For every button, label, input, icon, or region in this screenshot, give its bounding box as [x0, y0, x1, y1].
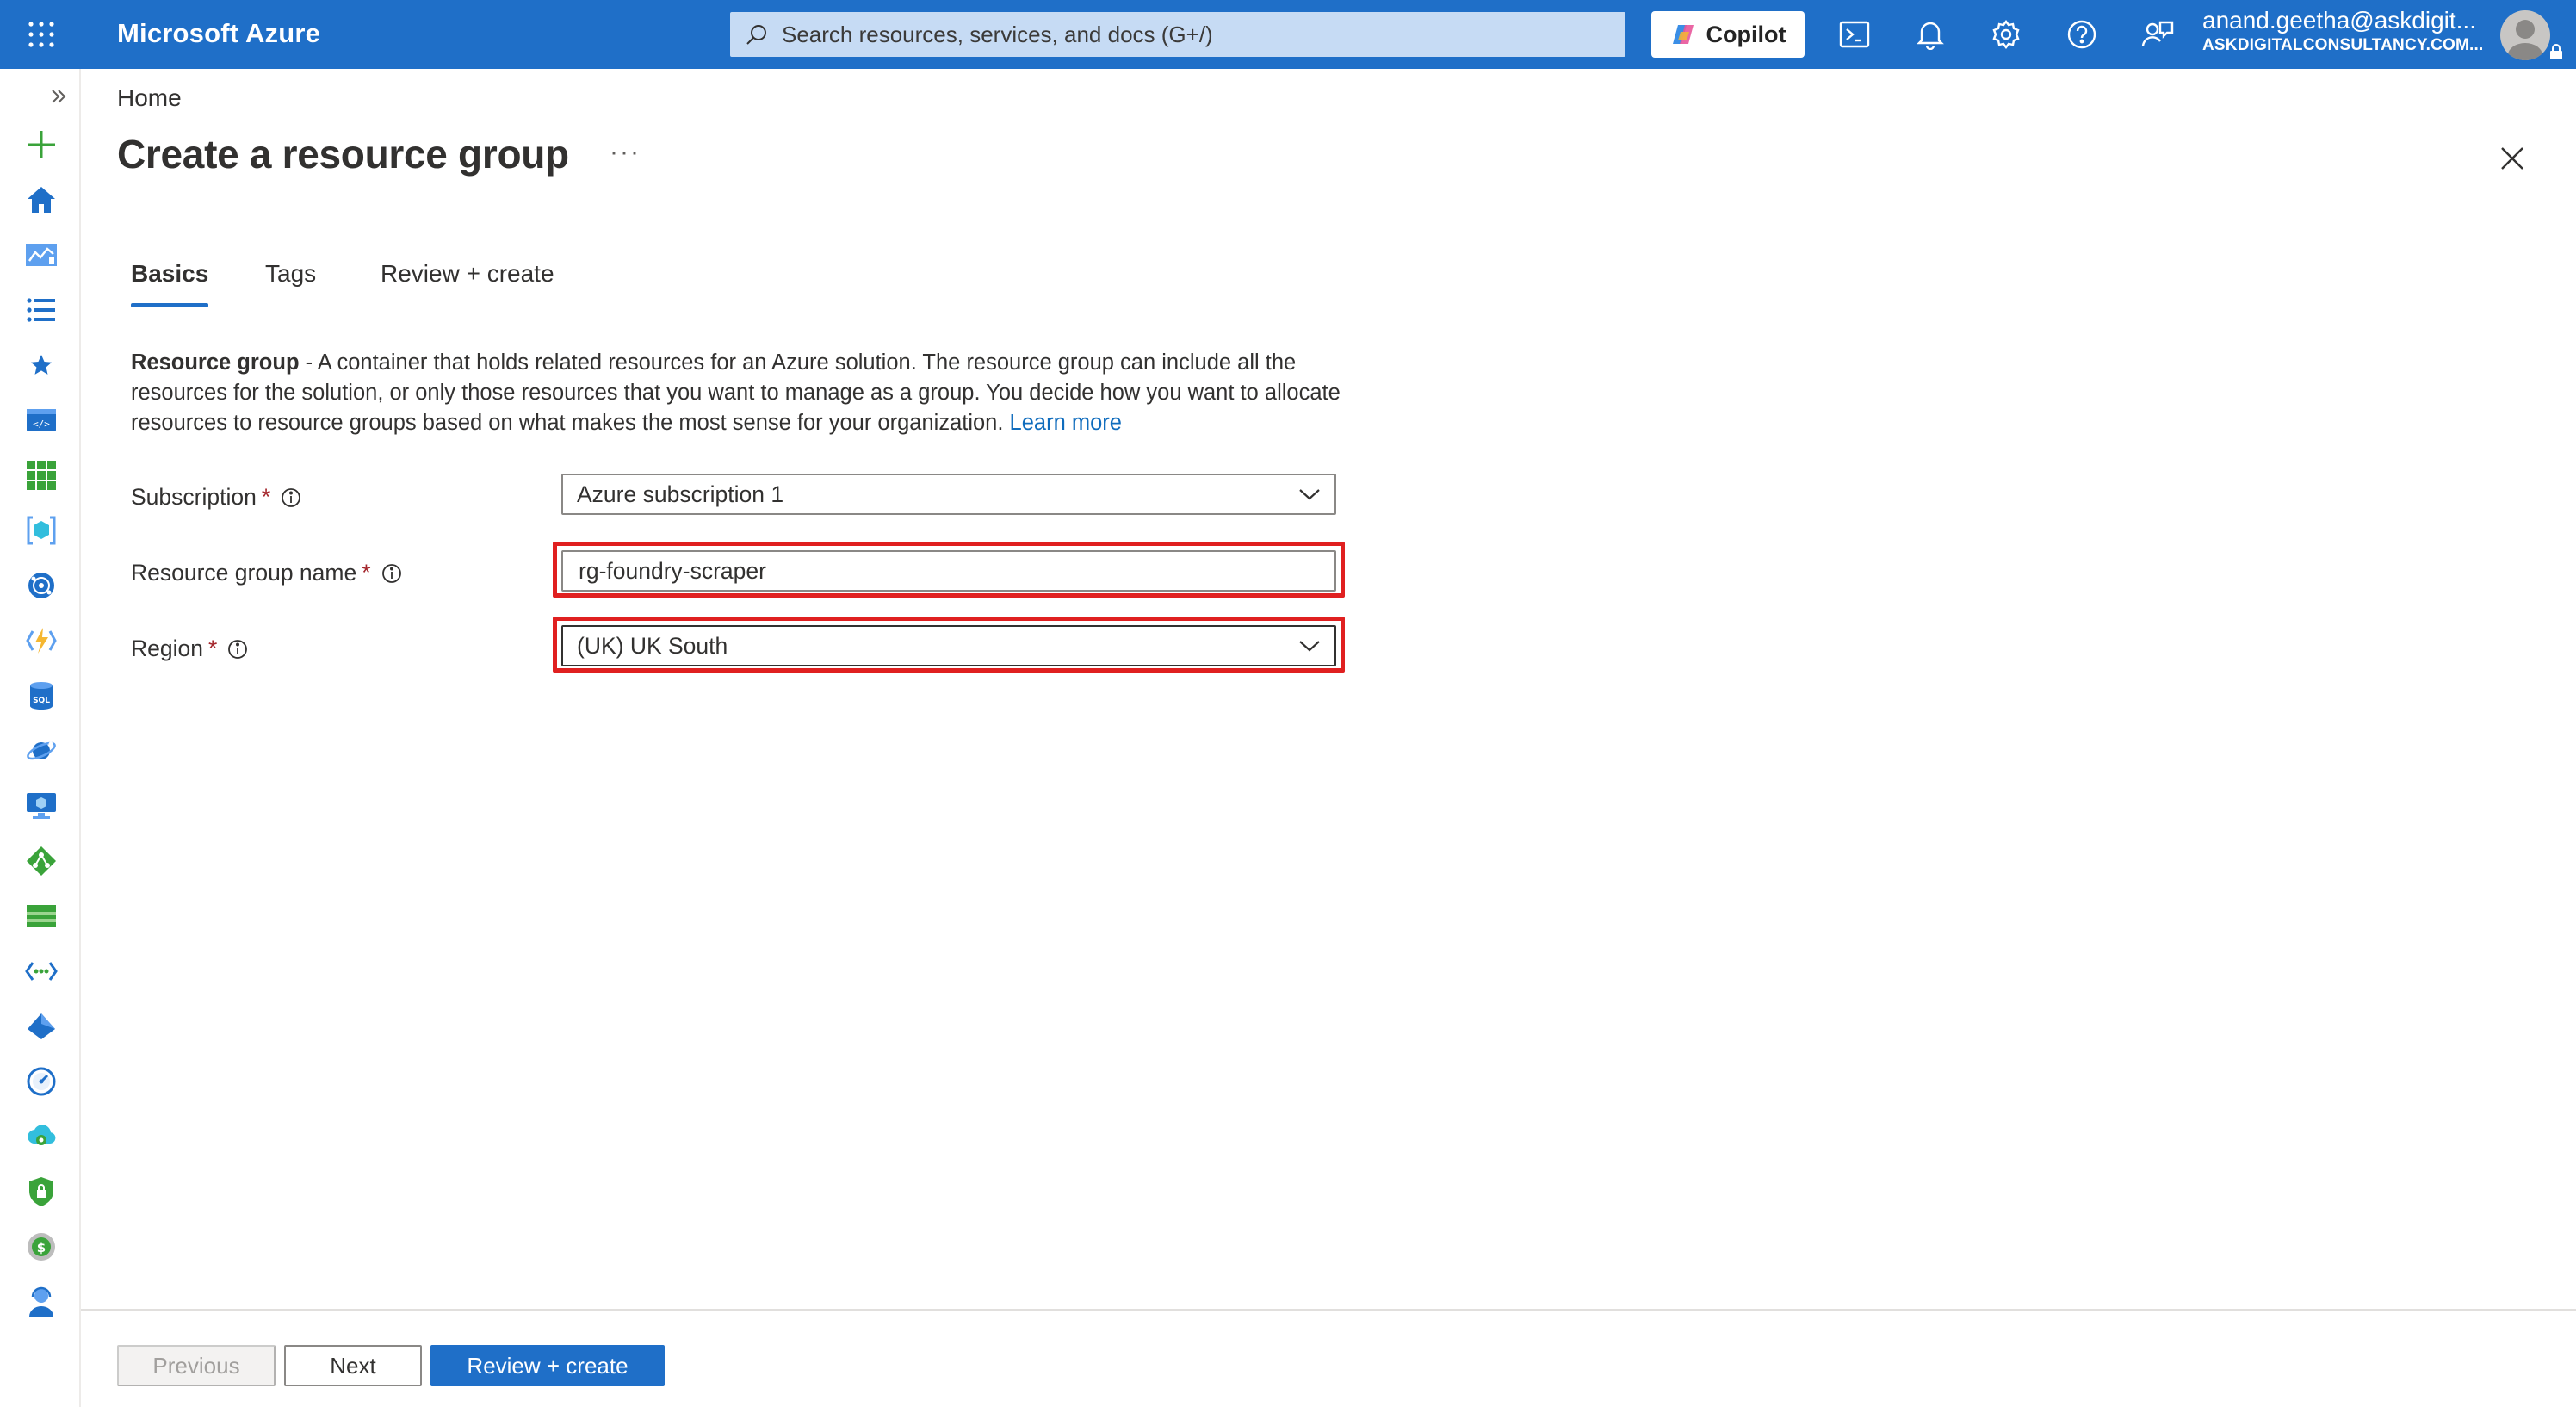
region-label-row: Region *: [131, 635, 248, 662]
account-menu[interactable]: anand.geetha@askdigit... ASKDIGITALCONSU…: [2202, 7, 2484, 55]
next-button[interactable]: Next: [284, 1345, 422, 1386]
svg-text:$: $: [37, 1240, 46, 1255]
create-resource-plus-icon[interactable]: [22, 126, 60, 164]
chevron-down-icon: [1299, 489, 1320, 500]
resource-group-name-label-row: Resource group name *: [131, 560, 402, 586]
storage-accounts-icon[interactable]: [22, 897, 60, 935]
top-bar: Microsoft Azure Copilot: [0, 0, 2576, 69]
footer-divider: [81, 1309, 2576, 1311]
info-icon[interactable]: [281, 487, 301, 508]
cloud-shell-icon[interactable]: [1837, 17, 1872, 52]
advisor-icon[interactable]: [22, 1118, 60, 1156]
global-search[interactable]: [730, 12, 1625, 57]
more-options-icon[interactable]: ···: [610, 138, 641, 167]
region-dropdown[interactable]: (UK) UK South: [561, 625, 1336, 666]
favorites-star-icon[interactable]: [22, 346, 60, 384]
azure-cosmos-orbit-icon[interactable]: [22, 732, 60, 770]
previous-button[interactable]: Previous: [117, 1345, 276, 1386]
help-support-icon[interactable]: [22, 1283, 60, 1321]
defender-shield-icon[interactable]: [22, 1173, 60, 1211]
search-input[interactable]: [780, 20, 1610, 49]
info-icon[interactable]: [227, 639, 248, 660]
notifications-bell-icon[interactable]: [1913, 17, 1947, 52]
avatar[interactable]: [2500, 10, 2550, 60]
chevron-down-icon: [1299, 641, 1320, 652]
resource-group-name-label: Resource group name: [131, 560, 357, 586]
copilot-label: Copilot: [1706, 21, 1786, 47]
all-resources-grid-icon[interactable]: [22, 456, 60, 494]
description-text: - A container that holds related resourc…: [131, 350, 1341, 435]
page-title: Create a resource group: [117, 132, 569, 177]
dashboard-icon[interactable]: [22, 236, 60, 274]
virtual-machines-icon[interactable]: [22, 787, 60, 825]
all-services-list-icon[interactable]: [22, 291, 60, 329]
svg-text:</>: </>: [33, 418, 50, 430]
resource-group-name-field[interactable]: [577, 556, 1334, 586]
app-services-icon[interactable]: </>: [22, 401, 60, 439]
resource-groups-icon[interactable]: [22, 511, 60, 549]
region-label: Region: [131, 635, 203, 661]
account-email: anand.geetha@askdigit...: [2202, 7, 2476, 34]
lock-icon: [2550, 44, 2562, 59]
portal-menu-waffle-icon[interactable]: [26, 19, 57, 50]
resource-group-name-input[interactable]: [561, 550, 1336, 592]
tab-review-create[interactable]: Review + create: [381, 260, 554, 288]
description-term: Resource group: [131, 350, 300, 375]
subscription-dropdown[interactable]: Azure subscription 1: [561, 474, 1336, 515]
subscription-value: Azure subscription 1: [577, 480, 784, 507]
function-app-icon[interactable]: [22, 622, 60, 660]
close-icon[interactable]: [2497, 143, 2528, 174]
feedback-icon[interactable]: [2140, 17, 2175, 52]
settings-gear-icon[interactable]: [1989, 17, 2023, 52]
virtual-networks-icon[interactable]: [22, 952, 60, 990]
load-balancer-icon[interactable]: [22, 842, 60, 880]
account-tenant: ASKDIGITALCONSULTANCY.COM...: [2202, 36, 2484, 54]
copilot-icon: [1672, 25, 1694, 44]
cosmos-db-icon[interactable]: [22, 567, 60, 604]
microsoft-entra-id-icon[interactable]: [22, 1007, 60, 1045]
help-question-icon[interactable]: [2065, 17, 2099, 52]
review-create-button[interactable]: Review + create: [430, 1345, 665, 1386]
brand-name[interactable]: Microsoft Azure: [117, 18, 320, 49]
sql-database-icon[interactable]: SQL: [22, 677, 60, 715]
info-icon[interactable]: [381, 563, 402, 584]
svg-text:SQL: SQL: [33, 697, 50, 705]
left-navigation-rail: </> SQL $: [0, 69, 81, 1407]
tab-tags[interactable]: Tags: [265, 260, 316, 288]
search-icon: [746, 25, 766, 45]
monitor-icon[interactable]: [22, 1063, 60, 1100]
cost-management-icon[interactable]: $: [22, 1228, 60, 1266]
copilot-button[interactable]: Copilot: [1651, 11, 1805, 58]
required-asterisk: *: [207, 635, 218, 661]
subscription-label: Subscription: [131, 484, 257, 510]
expand-chevrons-icon[interactable]: [40, 77, 77, 115]
breadcrumb[interactable]: Home: [117, 84, 182, 112]
required-asterisk: *: [261, 484, 271, 510]
tab-basics[interactable]: Basics: [131, 260, 209, 307]
subscription-label-row: Subscription *: [131, 484, 301, 511]
required-asterisk: *: [362, 560, 371, 586]
home-icon[interactable]: [22, 181, 60, 219]
learn-more-link[interactable]: Learn more: [1010, 411, 1122, 435]
region-value: (UK) UK South: [577, 632, 728, 659]
resource-group-description: Resource group - A container that holds …: [131, 348, 1353, 438]
